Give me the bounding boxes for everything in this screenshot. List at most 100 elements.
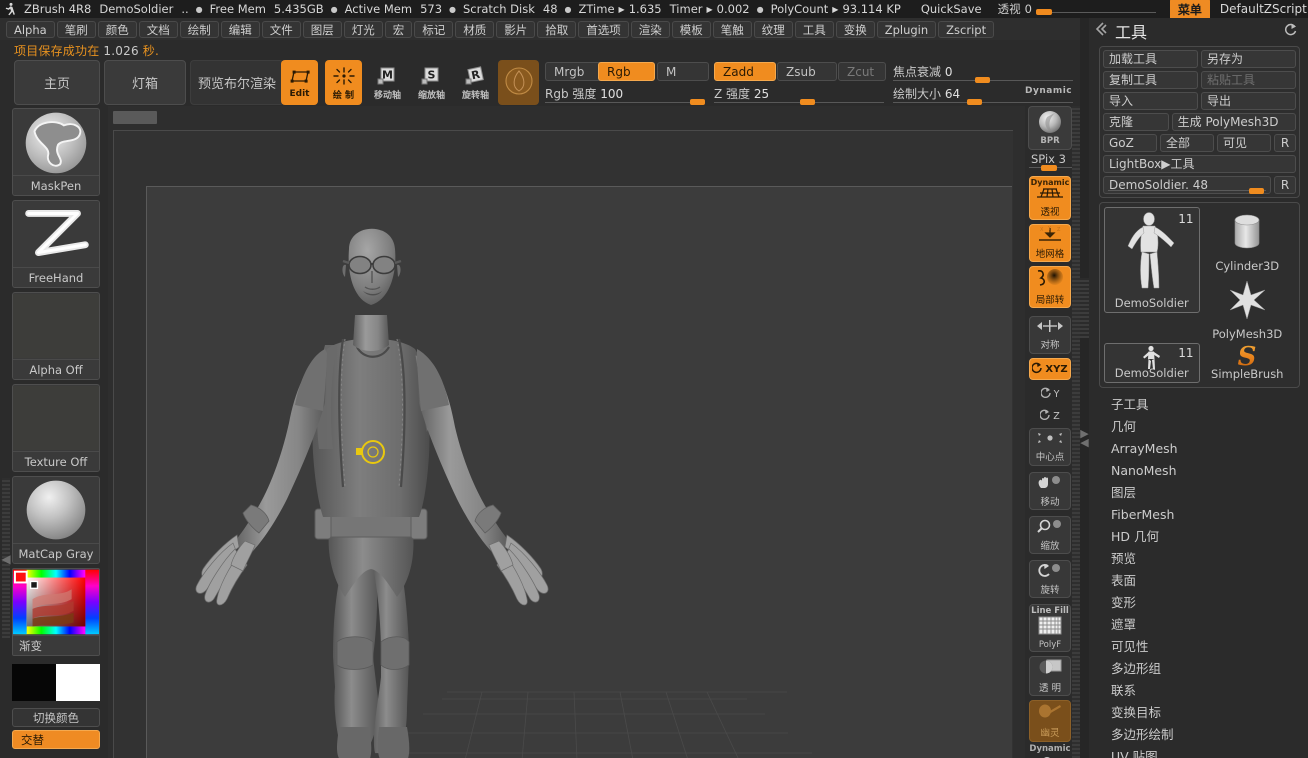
menu-item-zplugin[interactable]: Zplugin (876, 20, 937, 38)
perspective-slider[interactable]: 透视 0 (998, 1, 1156, 17)
zcut-button[interactable]: Zcut (838, 62, 886, 81)
slider-knob[interactable] (1041, 165, 1057, 171)
draw-mode-button[interactable]: 绘 制 (325, 60, 362, 105)
floor-grid-button[interactable]: XYZ 地网格 (1029, 224, 1071, 262)
viewport-3d[interactable] (146, 186, 1012, 758)
section-arraymesh[interactable]: ArrayMesh (1089, 438, 1308, 460)
spix-slider[interactable]: SPix 3 (1029, 152, 1073, 172)
texture-selector[interactable]: Texture Off (12, 384, 100, 472)
z-intensity-slider[interactable]: Z 强度 25 (714, 84, 884, 105)
edit-mode-button[interactable]: Edit (281, 60, 318, 105)
menu-item-alpha[interactable]: Alpha (6, 20, 55, 38)
section-nanomesh[interactable]: NanoMesh (1089, 460, 1308, 482)
goz-button[interactable]: GoZ (1103, 134, 1157, 152)
stroke-selector[interactable]: FreeHand (12, 200, 100, 288)
paste-tool-button[interactable]: 粘贴工具 (1201, 71, 1296, 89)
section-deformation[interactable]: 变形 (1089, 592, 1308, 614)
section-layers[interactable]: 图层 (1089, 482, 1308, 504)
menu-item-transform[interactable]: 变换 (835, 20, 875, 38)
slider-knob[interactable] (975, 77, 990, 83)
perspective-button[interactable]: Dynamic 透视 (1029, 176, 1071, 220)
refresh-icon[interactable] (1283, 22, 1298, 41)
polyframe-button[interactable]: Line Fill PolyF (1029, 604, 1071, 652)
rotate-view-button[interactable]: 旋转 (1029, 560, 1071, 598)
right-shelf-scrollbar[interactable] (1072, 106, 1080, 758)
section-preview[interactable]: 预览 (1089, 548, 1308, 570)
move-gizmo-button[interactable]: M 移动轴 (369, 60, 406, 105)
menu-item-color[interactable]: 颜色 (97, 20, 137, 38)
perspective-track[interactable] (1035, 2, 1156, 16)
load-tool-button[interactable]: 加载工具 (1103, 50, 1198, 68)
menu-item-render[interactable]: 渲染 (630, 20, 670, 38)
center-point-button[interactable]: 中心点 (1029, 428, 1071, 466)
menu-item-tool[interactable]: 工具 (794, 20, 834, 38)
lightbox-tool-button[interactable]: LightBox▶工具 (1103, 155, 1296, 173)
export-button[interactable]: 导出 (1201, 92, 1296, 110)
rgb-button[interactable]: Rgb (598, 62, 655, 81)
symmetry-button[interactable]: 对称 (1029, 316, 1071, 354)
slider-knob[interactable] (1035, 9, 1052, 15)
menu-item-layer[interactable]: 图层 (302, 20, 342, 38)
axis-xyz-button[interactable]: XYZ (1029, 358, 1071, 380)
menu-item-light[interactable]: 灯光 (343, 20, 383, 38)
tool-item-demosoldier-small[interactable]: 11 DemoSoldier (1104, 343, 1200, 383)
section-contact[interactable]: 联系 (1089, 680, 1308, 702)
slider-knob[interactable] (967, 99, 982, 105)
menu-button[interactable]: 菜单 (1169, 0, 1210, 20)
section-fibermesh[interactable]: FiberMesh (1089, 504, 1308, 526)
dynamic-shadow-button[interactable]: 平 均 (1029, 754, 1071, 758)
bpr-render-button[interactable]: BPR (1028, 106, 1072, 150)
menu-item-edit[interactable]: 编辑 (220, 20, 260, 38)
clone-button[interactable]: 克隆 (1103, 113, 1169, 131)
left-tray-collapse-icon[interactable]: ◀ (0, 546, 12, 572)
rotate-gizmo-button[interactable]: R 旋转轴 (457, 60, 494, 105)
tool-item-demosoldier-large[interactable]: 11 DemoSoldier (1104, 207, 1200, 313)
section-polygroups[interactable]: 多边形组 (1089, 658, 1308, 680)
section-uv-map[interactable]: UV 贴图 (1089, 746, 1308, 758)
tray-divider[interactable]: ▶ ◀ (1080, 18, 1089, 758)
alternate-button[interactable]: 交替 (12, 730, 100, 749)
goz-all-button[interactable]: 全部 (1160, 134, 1214, 152)
section-visibility[interactable]: 可见性 (1089, 636, 1308, 658)
lightbox-button[interactable]: 灯箱 (104, 60, 186, 105)
copy-tool-button[interactable]: 复制工具 (1103, 71, 1198, 89)
section-surface[interactable]: 表面 (1089, 570, 1308, 592)
color-picker[interactable]: 渐变 (12, 568, 100, 656)
item-info-slider[interactable]: DemoSoldier. 48 (1103, 176, 1271, 194)
menu-item-brush[interactable]: 笔刷 (56, 20, 96, 38)
axis-z-button[interactable]: Z (1029, 406, 1071, 426)
section-hd-geometry[interactable]: HD 几何 (1089, 526, 1308, 548)
scale-gizmo-button[interactable]: S 缩放轴 (413, 60, 450, 105)
primary-color-swatch[interactable] (12, 664, 56, 701)
tool-item-cylinder3d[interactable]: Cylinder3D (1200, 207, 1296, 275)
quicksave-button[interactable]: QuickSave (917, 2, 986, 16)
section-masking[interactable]: 遮罩 (1089, 614, 1308, 636)
local-transform-button[interactable]: 局部转 (1029, 266, 1071, 308)
menu-item-stencil[interactable]: 模板 (671, 20, 711, 38)
zsub-button[interactable]: Zsub (777, 62, 837, 81)
scale-view-button[interactable]: 缩放 (1029, 516, 1071, 554)
material-selector[interactable]: MatCap Gray (12, 476, 100, 564)
slider-knob[interactable] (800, 99, 815, 105)
menu-item-draw[interactable]: 绘制 (179, 20, 219, 38)
section-morph-target[interactable]: 变换目标 (1089, 702, 1308, 724)
axis-y-button[interactable]: Y (1029, 384, 1071, 404)
goz-r-button[interactable]: R (1274, 134, 1296, 152)
transparency-button[interactable]: 透 明 (1029, 656, 1071, 696)
section-subtool[interactable]: 子工具 (1089, 394, 1308, 416)
menu-item-stroke[interactable]: 笔触 (712, 20, 752, 38)
item-r-button[interactable]: R (1274, 176, 1296, 194)
import-button[interactable]: 导入 (1103, 92, 1198, 110)
goz-visible-button[interactable]: 可见 (1217, 134, 1271, 152)
save-as-button[interactable]: 另存为 (1201, 50, 1296, 68)
menu-item-file[interactable]: 文件 (261, 20, 301, 38)
slider-knob[interactable] (1249, 188, 1264, 194)
menu-item-material[interactable]: 材质 (455, 20, 495, 38)
tray-collapse-icon[interactable]: ▶ ◀ (1080, 423, 1089, 453)
m-button[interactable]: M (657, 62, 709, 81)
preview-bool-render-button[interactable]: 预览布尔渲染 (190, 60, 284, 105)
menu-item-document[interactable]: 文档 (138, 20, 178, 38)
focal-shift-slider[interactable]: 焦点衰减 0 (893, 62, 1073, 83)
make-polymesh3d-button[interactable]: 生成 PolyMesh3D (1171, 113, 1296, 131)
move-view-button[interactable]: 移动 (1029, 472, 1071, 510)
